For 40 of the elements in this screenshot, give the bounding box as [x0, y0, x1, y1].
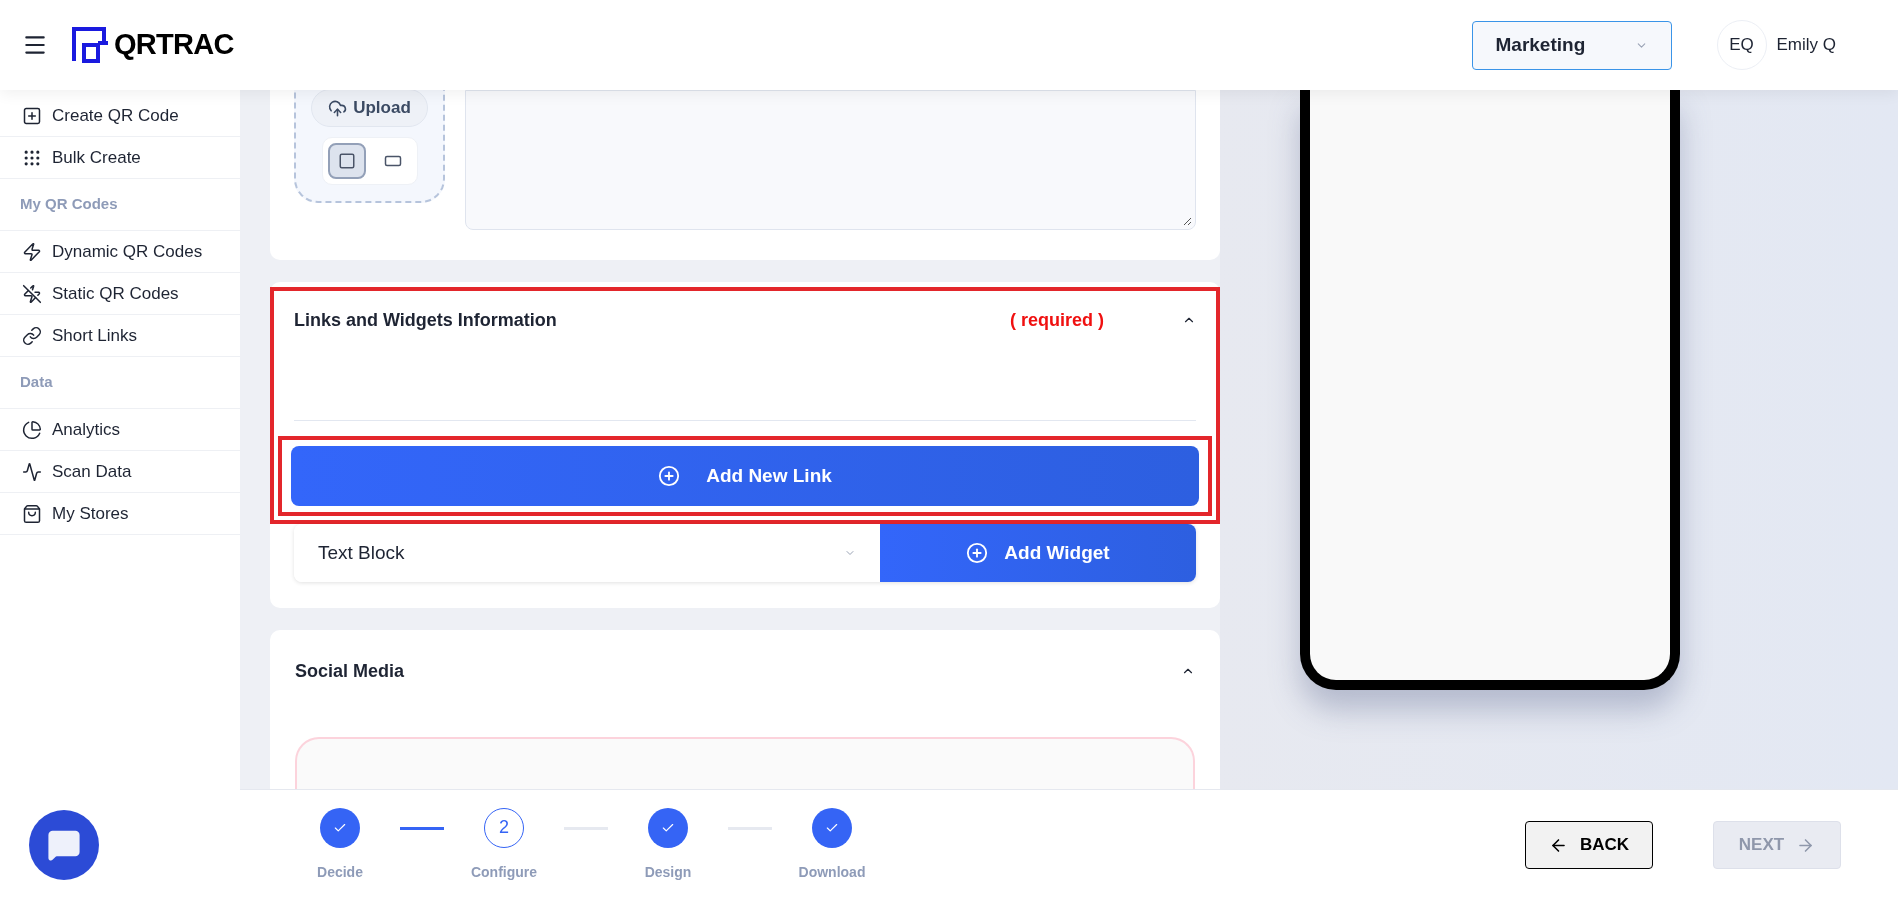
upload-button[interactable]: Upload	[311, 90, 428, 127]
plus-square-icon	[22, 105, 42, 126]
step-label: Decide	[317, 862, 363, 882]
sidebar-heading: Data	[20, 372, 53, 393]
crossed-lightning-icon	[22, 283, 42, 304]
add-link-button[interactable]: Add New Link	[291, 446, 1199, 506]
add-widget-button[interactable]: Add Widget	[880, 524, 1196, 582]
step-number: 2	[484, 807, 524, 848]
step-label: Configure	[470, 862, 538, 882]
workspace-select[interactable]: Marketing	[1471, 20, 1672, 70]
step-label: Design	[644, 862, 692, 882]
widget-select[interactable]: Text Block	[294, 524, 880, 582]
brand-name: QRTRAC	[114, 27, 234, 63]
user-name[interactable]: Emily Q	[1776, 32, 1836, 58]
bag-icon	[22, 503, 42, 524]
cloud-upload-icon	[328, 98, 348, 118]
sidebar-item[interactable]: Create QR Code	[0, 95, 240, 137]
step-label: Download	[798, 862, 866, 882]
section-title: Links and Widgets Information	[294, 308, 557, 332]
sidebar-item[interactable]: Short Links	[0, 315, 240, 357]
pulse-icon	[22, 461, 42, 482]
required-label: ( required )	[1010, 308, 1104, 332]
section-title: Social Media	[295, 659, 405, 683]
sidebar-item[interactable]: Analytics	[0, 409, 240, 451]
back-button[interactable]: BACK	[1525, 821, 1653, 869]
square-shape-toggle[interactable]	[327, 143, 366, 179]
square-icon	[337, 152, 356, 170]
plus-circle-icon	[658, 465, 681, 487]
link-icon	[22, 325, 42, 346]
resize-handle-icon	[1183, 217, 1192, 226]
sidebar-item[interactable]: Scan Data	[0, 451, 240, 493]
pie-chart-icon	[22, 419, 42, 440]
sidebar-item[interactable]: My Stores	[0, 493, 240, 535]
sidebar-heading: My QR Codes	[20, 194, 118, 215]
lightning-icon	[22, 241, 42, 262]
sidebar-item[interactable]: Dynamic QR Codes	[0, 231, 240, 273]
sidebar-item[interactable]: Bulk Create	[0, 137, 240, 179]
plus-circle-icon	[966, 542, 989, 564]
logo-icon	[72, 27, 110, 63]
sidebar-item[interactable]: Static QR Codes	[0, 273, 240, 315]
